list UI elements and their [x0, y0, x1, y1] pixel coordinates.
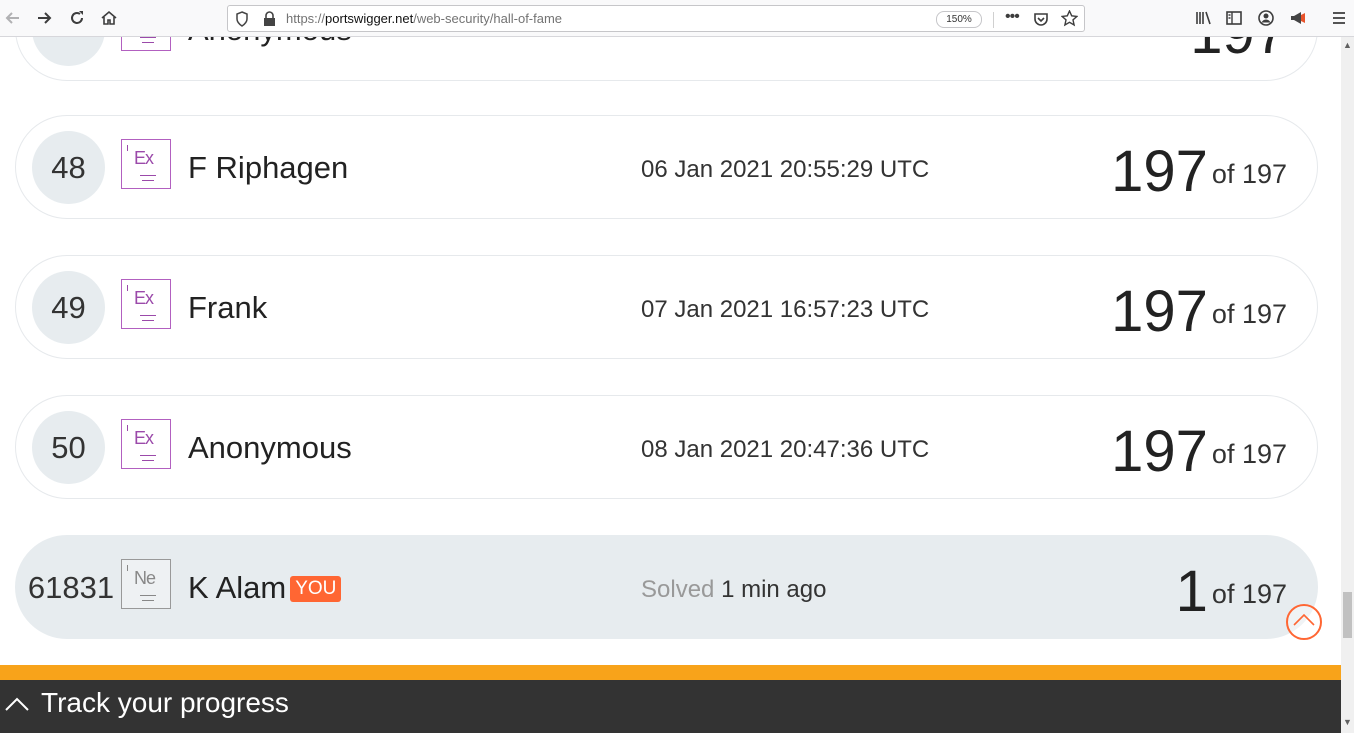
- user-name-text: K Alam: [188, 570, 287, 605]
- leaderboard-row-partial: Anonymous 197: [15, 37, 1318, 81]
- url-text[interactable]: https://portswigger.net/web-security/hal…: [286, 11, 562, 26]
- leaderboard-row: 49 Ex Frank 07 Jan 2021 16:57:23 UTC 197…: [15, 255, 1318, 359]
- url-domain: portswigger.net: [325, 11, 414, 26]
- lock-icon[interactable]: [263, 11, 276, 32]
- rank-circle: [32, 37, 105, 66]
- level-label: Ne: [134, 568, 156, 588]
- more-icon[interactable]: •••: [1005, 8, 1020, 26]
- score-total: of 197: [1211, 439, 1287, 469]
- footer-accent-stripe: [0, 665, 1341, 680]
- completion-date: 08 Jan 2021 20:47:36 UTC: [641, 436, 930, 463]
- scroll-top-button[interactable]: [1286, 604, 1322, 640]
- home-icon[interactable]: [98, 7, 120, 29]
- shield-icon[interactable]: [235, 11, 249, 32]
- megaphone-icon[interactable]: [1287, 7, 1309, 29]
- leaderboard-row-you: 61831 Ne K Alam YOU Solved 1 min ago 1 of …: [15, 535, 1318, 639]
- vertical-scrollbar[interactable]: ▲ ▼: [1341, 37, 1354, 733]
- rank-number: 50: [32, 411, 105, 484]
- level-label: Ex: [134, 288, 154, 308]
- scroll-top-icon: [1293, 613, 1315, 626]
- level-label: Ex: [134, 428, 154, 448]
- back-icon[interactable]: [2, 7, 24, 29]
- solved-label: Solved: [641, 576, 715, 603]
- level-badge-icon: Ne: [121, 559, 171, 609]
- track-progress-bar[interactable]: Track your progress: [0, 680, 1341, 733]
- track-progress-title[interactable]: Track your progress: [41, 687, 289, 719]
- account-icon[interactable]: [1255, 7, 1277, 29]
- level-badge-icon: Ex: [121, 279, 171, 329]
- score-value: 197: [1111, 279, 1208, 344]
- solved-status: Solved 1 min ago: [641, 576, 826, 604]
- score-value: 197: [1111, 139, 1208, 204]
- scrollbar-thumb[interactable]: [1343, 592, 1352, 638]
- sidebar-icon[interactable]: [1223, 7, 1245, 29]
- leaderboard-row: 50 Ex Anonymous 08 Jan 2021 20:47:36 UTC…: [15, 395, 1318, 499]
- score: 1 of 197: [1176, 558, 1287, 625]
- page-content: Anonymous 197 48 Ex F Riphagen 06 Jan 20…: [0, 37, 1341, 733]
- menu-icon[interactable]: [1328, 7, 1350, 29]
- score-value: 197: [1190, 37, 1287, 66]
- user-name: K Alam YOU: [188, 570, 342, 606]
- forward-icon[interactable]: [33, 7, 55, 29]
- user-name: F Riphagen: [188, 150, 349, 185]
- star-icon[interactable]: [1060, 9, 1079, 32]
- pocket-icon[interactable]: [1033, 11, 1049, 32]
- reload-icon[interactable]: [66, 7, 88, 29]
- level-label: Ex: [134, 148, 154, 168]
- score-total: of 197: [1211, 299, 1287, 329]
- library-icon[interactable]: [1192, 7, 1214, 29]
- browser-toolbar: https://portswigger.net/web-security/hal…: [0, 0, 1354, 37]
- zoom-indicator[interactable]: 150%: [936, 11, 982, 28]
- score: 197 of 197: [1111, 138, 1287, 205]
- scroll-up-arrow[interactable]: ▲: [1343, 40, 1352, 50]
- divider: [993, 12, 994, 28]
- scroll-down-arrow[interactable]: ▼: [1343, 717, 1352, 727]
- url-path: /web-security/hall-of-fame: [413, 11, 563, 26]
- score: 197: [1190, 37, 1287, 67]
- user-name: Anonymous: [188, 430, 352, 465]
- level-badge-icon: Ex: [121, 139, 171, 189]
- score-total: of 197: [1211, 159, 1287, 189]
- level-badge: [121, 37, 171, 51]
- chevron-up-icon[interactable]: [4, 694, 30, 712]
- url-bar[interactable]: https://portswigger.net/web-security/hal…: [227, 5, 1085, 32]
- score-value: 197: [1111, 419, 1208, 484]
- rank-number: 49: [32, 271, 105, 344]
- rank-number: 48: [32, 131, 105, 204]
- user-name: Frank: [188, 290, 268, 325]
- user-name: Anonymous: [188, 37, 352, 48]
- leaderboard-row: 48 Ex F Riphagen 06 Jan 2021 20:55:29 UT…: [15, 115, 1318, 219]
- url-scheme: https://: [286, 11, 326, 26]
- level-badge-icon: Ex: [121, 419, 171, 469]
- completion-date: 06 Jan 2021 20:55:29 UTC: [641, 156, 930, 183]
- completion-date: 07 Jan 2021 16:57:23 UTC: [641, 296, 930, 323]
- score-total: of 197: [1211, 579, 1287, 609]
- score: 197 of 197: [1111, 418, 1287, 485]
- rank-number: 61831: [27, 569, 115, 605]
- you-badge: YOU: [290, 576, 342, 602]
- solved-time: 1 min ago: [721, 576, 827, 603]
- score: 197 of 197: [1111, 278, 1287, 345]
- score-value: 1: [1175, 559, 1208, 624]
